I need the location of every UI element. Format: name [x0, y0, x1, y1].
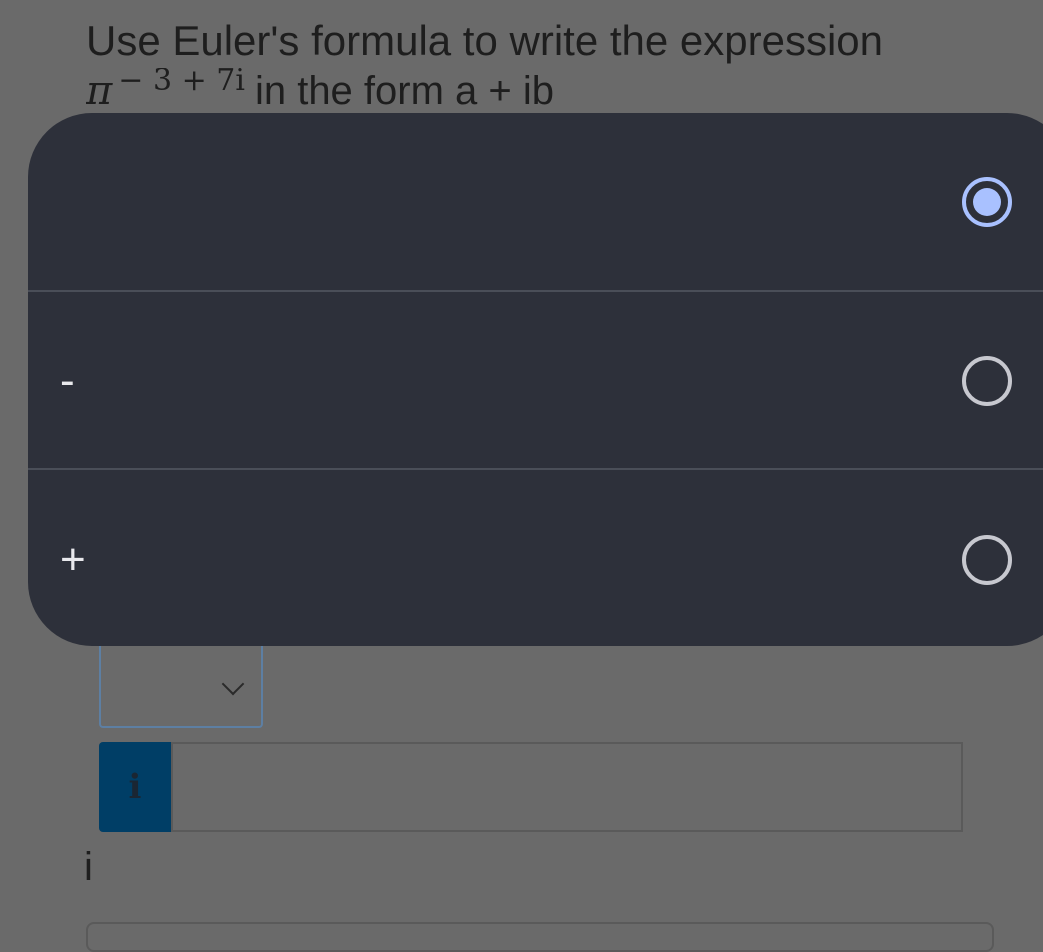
option-plus[interactable]: +	[28, 471, 1043, 646]
radio-unselected-icon[interactable]	[962, 355, 1012, 406]
divider	[28, 468, 1043, 470]
expression-exponent: − 3 + 7i	[118, 68, 245, 98]
sign-dropdown[interactable]	[99, 640, 263, 728]
radio-unselected-icon[interactable]	[962, 534, 1012, 585]
option-label: +	[60, 534, 86, 584]
answer-input[interactable]	[171, 742, 963, 832]
option-label: -	[60, 355, 75, 405]
expression-form-text: in the form a + ib	[254, 69, 554, 113]
imaginary-unit-label: i	[84, 845, 93, 889]
option-minus[interactable]: -	[28, 292, 1043, 469]
next-field[interactable]	[86, 922, 994, 952]
radio-selected-icon[interactable]	[962, 176, 1012, 227]
question-text: Use Euler's formula to write the express…	[86, 17, 884, 64]
info-button[interactable]: i	[99, 742, 171, 832]
math-expression: π − 3 + 7i in the form a + ib	[86, 68, 786, 114]
chevron-down-icon	[221, 672, 245, 696]
option-blank[interactable]	[28, 113, 1043, 290]
expression-base: π	[86, 68, 113, 114]
option-picker-sheet: - +	[28, 113, 1043, 646]
